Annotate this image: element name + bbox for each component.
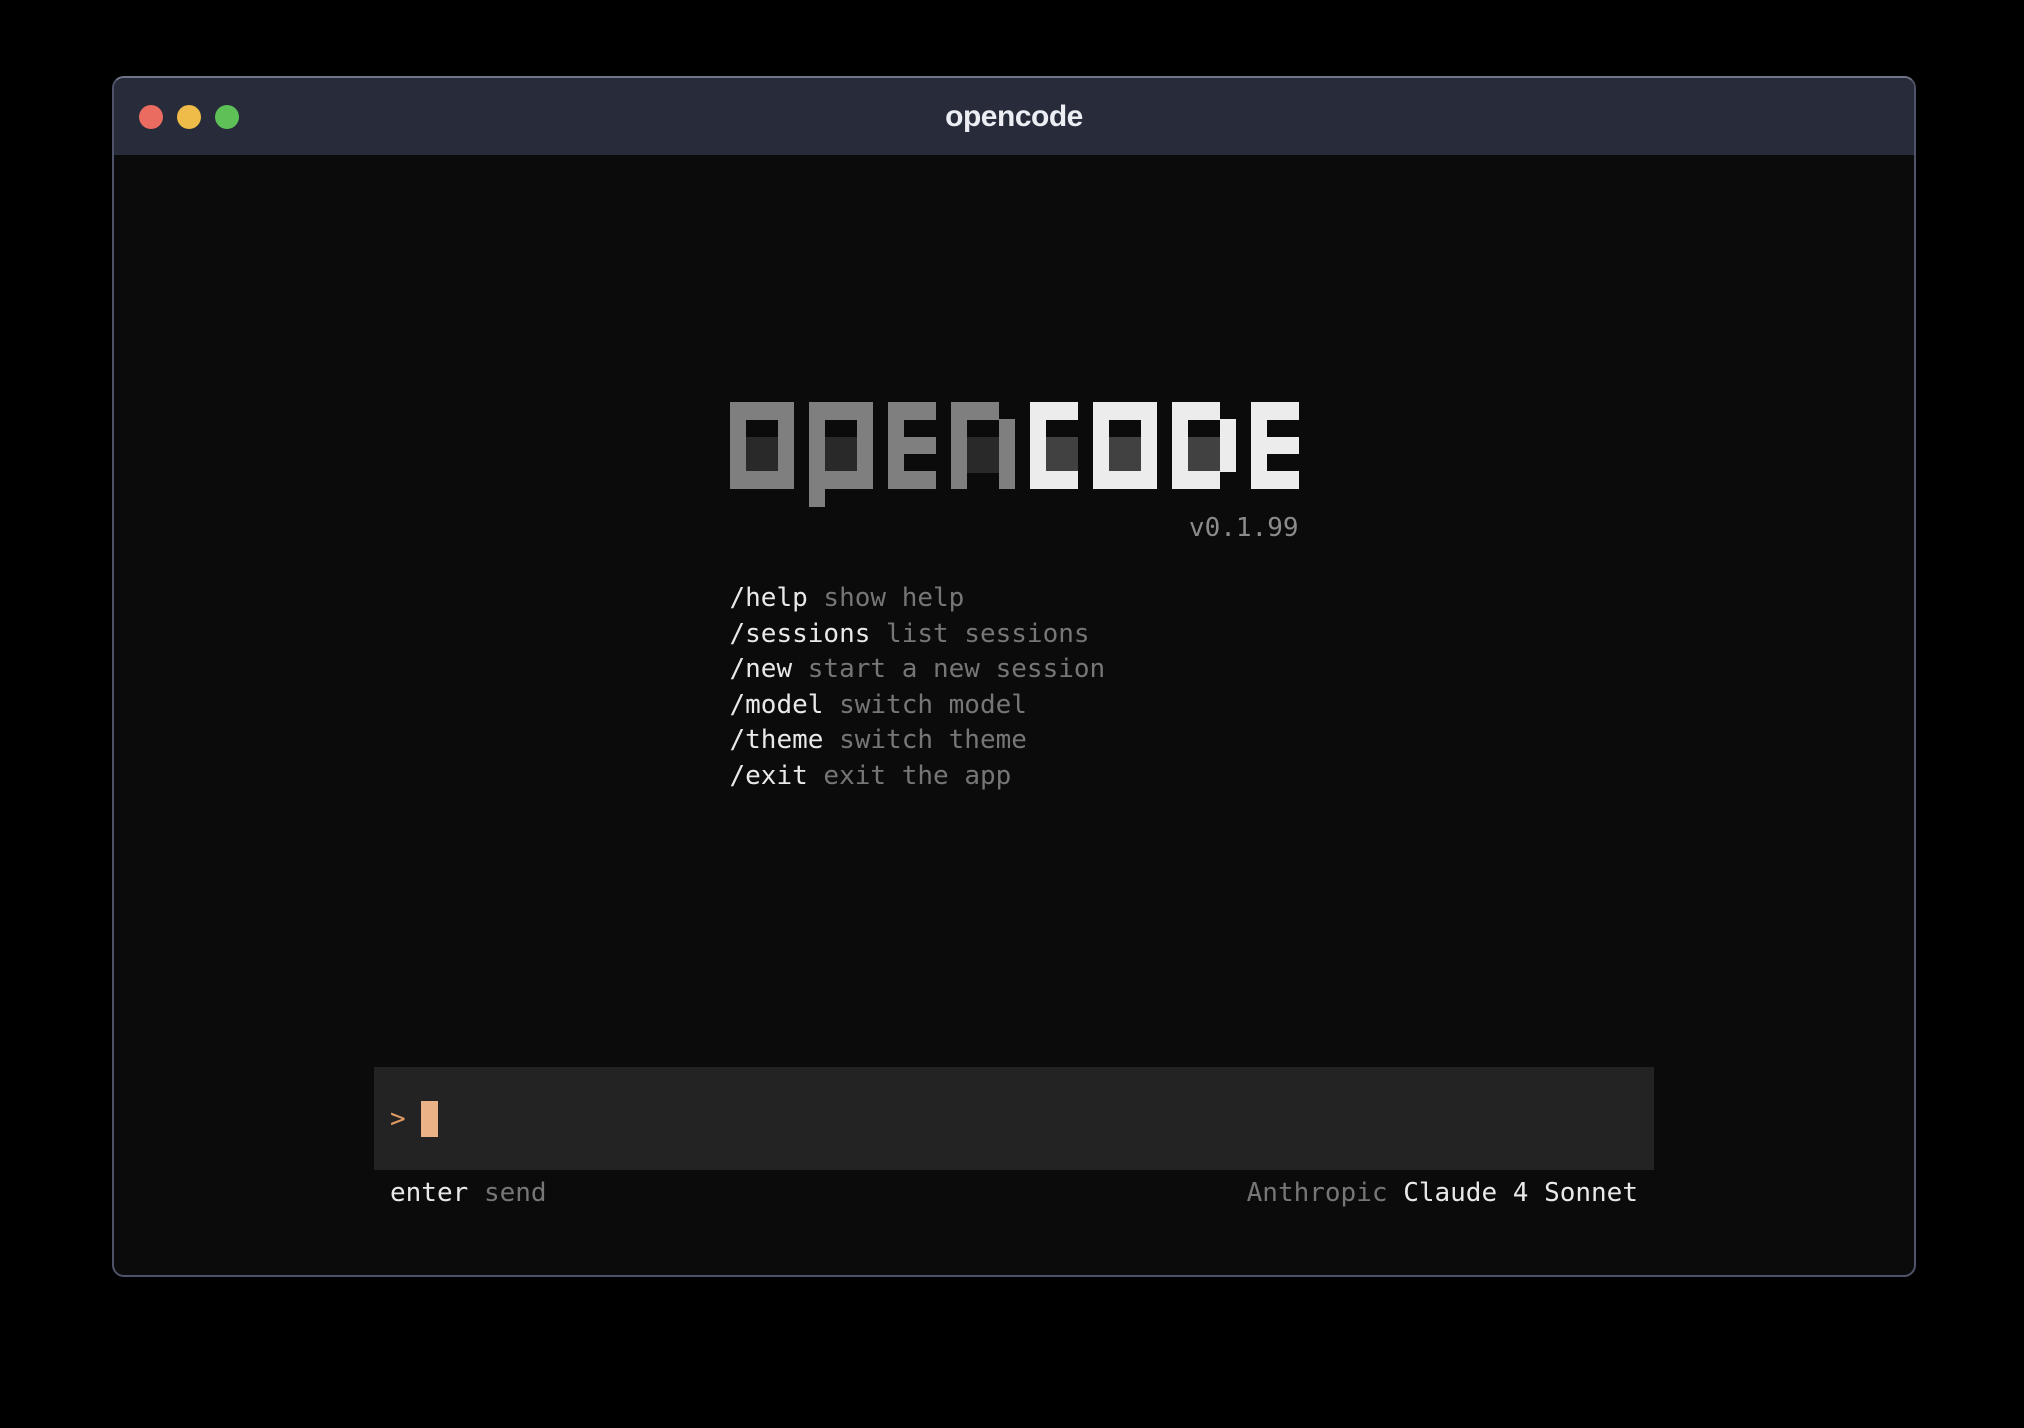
send-hint-action: send	[484, 1178, 547, 1208]
opencode-window: opencode v0.1.99 /help show help/session…	[112, 76, 1916, 1277]
command-row: /exit exit the app	[730, 759, 1299, 795]
send-hint-key: enter	[390, 1178, 468, 1208]
window-title: opencode	[945, 100, 1083, 134]
command-row: /new start a new session	[730, 652, 1299, 688]
command-description: list sessions	[870, 619, 1089, 649]
command-description: show help	[808, 583, 965, 613]
command-row: /sessions list sessions	[730, 617, 1299, 653]
send-hint: enter send	[390, 1178, 547, 1208]
bottom-panel: > enter send Anthropic Claude 4 Sonnet	[374, 1067, 1654, 1208]
desktop: opencode v0.1.99 /help show help/session…	[0, 0, 2024, 1428]
model-name: Claude 4 Sonnet	[1403, 1178, 1638, 1208]
opencode-pixel-logo	[730, 402, 1299, 508]
command-name: /exit	[730, 761, 808, 791]
text-cursor-block	[421, 1101, 438, 1137]
command-row: /help show help	[730, 581, 1299, 617]
command-row: /model switch model	[730, 688, 1299, 724]
command-name: /model	[730, 690, 824, 720]
command-row: /theme switch theme	[730, 723, 1299, 759]
model-provider: Anthropic	[1247, 1178, 1388, 1208]
status-bar: enter send Anthropic Claude 4 Sonnet	[374, 1178, 1654, 1208]
command-help-list: /help show help/sessions list sessions/n…	[730, 581, 1299, 794]
close-button[interactable]	[139, 105, 163, 129]
command-name: /theme	[730, 725, 824, 755]
zoom-button[interactable]	[215, 105, 239, 129]
command-name: /sessions	[730, 619, 871, 649]
command-description: exit the app	[808, 761, 1012, 791]
command-description: switch theme	[823, 725, 1027, 755]
prompt-input[interactable]: >	[374, 1067, 1654, 1170]
traffic-lights	[139, 78, 239, 155]
minimize-button[interactable]	[177, 105, 201, 129]
prompt-caret: >	[390, 1104, 406, 1134]
terminal-content: v0.1.99 /help show help/sessions list se…	[114, 155, 1914, 1275]
command-name: /new	[730, 654, 793, 684]
hero-block: v0.1.99 /help show help/sessions list se…	[730, 402, 1299, 794]
command-description: start a new session	[792, 654, 1105, 684]
version-label: v0.1.99	[730, 514, 1299, 542]
model-indicator[interactable]: Anthropic Claude 4 Sonnet	[1247, 1178, 1638, 1208]
command-description: switch model	[823, 690, 1027, 720]
command-name: /help	[730, 583, 808, 613]
titlebar[interactable]: opencode	[114, 78, 1914, 155]
